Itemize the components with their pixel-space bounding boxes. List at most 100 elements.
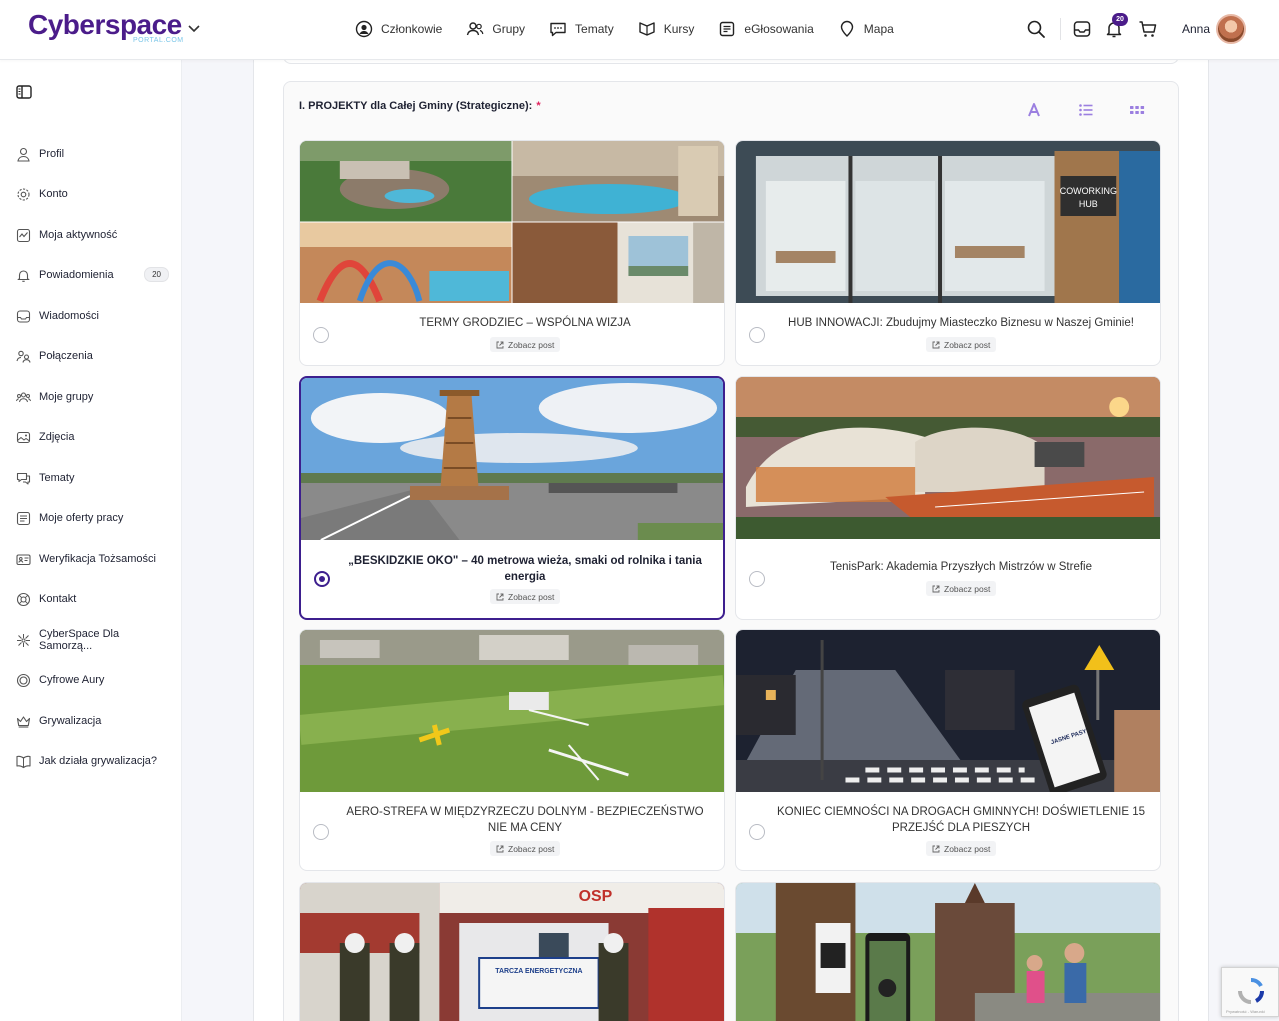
list-view-icon[interactable] [1078, 102, 1094, 118]
sidebar-item-label: Tematy [39, 472, 75, 484]
see-post-button[interactable]: Zobacz post [490, 589, 561, 604]
sidebar-item-identity-verification[interactable]: Weryfikacja Tożsamości [16, 549, 171, 569]
sidebar-item-profile[interactable]: Profil [16, 144, 171, 164]
support-icon [16, 592, 31, 606]
sidebar: Profil Konto Moja aktywność Powiadomieni… [0, 60, 182, 1021]
sidebar-item-job-offers[interactable]: Moje oferty pracy [16, 508, 171, 528]
sidebar-item-how-gamification-works[interactable]: Jak działa grywalizacja? [16, 751, 171, 771]
sidebar-item-notifications[interactable]: Powiadomienia 20 [16, 265, 171, 285]
sidebar-item-digital-auras[interactable]: Cyfrowe Aury [16, 670, 171, 690]
user-icon [17, 147, 30, 162]
sidebar-item-gamification[interactable]: Grywalizacja [16, 711, 171, 731]
option-radio[interactable] [313, 327, 329, 343]
see-post-button[interactable]: Zobacz post [490, 337, 561, 352]
jobs-icon [16, 511, 31, 525]
see-post-label: Zobacz post [944, 843, 991, 854]
see-post-label: Zobacz post [508, 843, 555, 854]
activity-icon [16, 228, 31, 242]
option-image [300, 141, 724, 303]
recaptcha-badge[interactable]: Prywatność - Warunki [1221, 967, 1279, 1017]
sidebar-item-label: Jak działa grywalizacja? [39, 755, 157, 767]
poll-option-qr-route[interactable] [735, 882, 1161, 1021]
poll-option-koniec-ciemnosci[interactable]: JASNE PASY KONIEC CIEMNOŚCI NA DROGACH G… [735, 629, 1161, 871]
option-image [736, 883, 1160, 1021]
text-view-icon[interactable] [1026, 102, 1042, 118]
nav-label: Tematy [575, 22, 614, 36]
option-image [301, 378, 723, 540]
topics-icon [16, 472, 31, 485]
see-post-button[interactable]: Zobacz post [926, 841, 997, 856]
nav-groups[interactable]: Grupy [466, 18, 525, 40]
option-image: COWORKING HUB [736, 141, 1160, 303]
logo[interactable]: Cyberspace PORTAL.COM [28, 10, 183, 45]
recaptcha-text: Prywatność - Warunki [1226, 1009, 1265, 1014]
recaptcha-icon [1238, 978, 1264, 1004]
sidebar-item-activity[interactable]: Moja aktywność [16, 225, 171, 245]
see-post-button[interactable]: Zobacz post [926, 337, 997, 352]
poll-option-beskidzkie-oko[interactable]: „BESKIDZKIE OKO" – 40 metrowa wieża, sma… [299, 376, 725, 620]
grid-view-icon[interactable] [1129, 102, 1145, 118]
sidebar-item-photos[interactable]: Zdjęcia [16, 427, 171, 447]
option-radio[interactable] [749, 824, 765, 840]
user-name[interactable]: Anna [1182, 22, 1210, 36]
nav-topics[interactable]: Tematy [549, 18, 614, 40]
poll-option-termy[interactable]: TERMY GRODZIEC – WSPÓLNA WIZJA Zobacz po… [299, 140, 725, 366]
option-title: TERMY GRODZIEC – WSPÓLNA WIZJA [419, 317, 631, 329]
option-title: HUB INNOWACJI: Zbudujmy Miasteczko Bizne… [788, 317, 1134, 329]
sidebar-item-cyberspace-gov[interactable]: CyberSpace Dla Samorzą... [16, 628, 171, 652]
inbox-icon[interactable] [1072, 19, 1092, 39]
question-text: I. PROJEKTY dla Całej Gminy (Strategiczn… [299, 100, 533, 112]
cart-icon[interactable] [1138, 19, 1158, 39]
sidebar-item-label: Połączenia [39, 350, 93, 362]
sidebar-item-label: Profil [39, 148, 65, 160]
sidebar-item-contact[interactable]: Kontakt [16, 589, 171, 609]
external-link-icon [932, 341, 940, 348]
sidebar-item-label: Grywalizacja [39, 715, 102, 727]
photo-icon [16, 431, 31, 443]
option-radio[interactable] [313, 824, 329, 840]
sidebar-item-my-groups[interactable]: Moje grupy [16, 387, 171, 407]
header-divider [1060, 18, 1061, 40]
poll-option-tenispark[interactable]: TenisPark: Akademia Przyszłych Mistrzów … [735, 376, 1161, 620]
option-radio[interactable] [749, 571, 765, 587]
notification-count-badge: 20 [144, 267, 169, 282]
sidebar-item-label: Powiadomienia [39, 269, 114, 281]
user-circle-icon [355, 20, 373, 38]
option-image [736, 377, 1160, 539]
nav-voting[interactable]: eGłosowania [718, 18, 814, 40]
sidebar-item-topics[interactable]: Tematy [16, 468, 171, 488]
external-link-icon [496, 593, 504, 600]
option-radio[interactable] [749, 327, 765, 343]
main-nav: Członkowie Grupy Tematy Kursy eGłosowani… [355, 18, 918, 40]
sidebar-item-connections[interactable]: Połączenia [16, 346, 171, 366]
poll-option-hub[interactable]: COWORKING HUB HUB INNOWACJI: Zbudujmy Mi… [735, 140, 1161, 366]
nav-members[interactable]: Członkowie [355, 18, 442, 40]
generator-text: TARCZA ENERGETYCZNA [495, 968, 582, 975]
nav-map[interactable]: Mapa [838, 18, 894, 40]
nav-courses[interactable]: Kursy [638, 18, 695, 40]
groups-icon [16, 391, 31, 402]
connections-icon [16, 350, 31, 363]
option-image: JASNE PASY [736, 630, 1160, 792]
see-post-button[interactable]: Zobacz post [926, 581, 997, 596]
sidebar-item-label: Weryfikacja Tożsamości [39, 553, 156, 565]
sidebar-item-messages[interactable]: Wiadomości [16, 306, 171, 326]
sidebar-toggle-icon[interactable] [16, 85, 32, 99]
option-title: KONIEC CIEMNOŚCI NA DROGACH GMINNYCH! DO… [776, 806, 1146, 834]
inbox-icon [16, 309, 31, 323]
sidebar-item-account[interactable]: Konto [16, 184, 171, 204]
see-post-button[interactable]: Zobacz post [490, 841, 561, 856]
coworking-sign-text: COWORKING [1060, 186, 1117, 196]
option-radio[interactable] [314, 571, 330, 587]
voting-icon [720, 21, 735, 37]
nav-label: eGłosowania [744, 22, 814, 36]
poll-option-osp[interactable]: OSP TARCZA ENERGETYCZNA [299, 882, 725, 1021]
gear-icon [17, 187, 30, 201]
poll-option-aero-strefa[interactable]: AERO-STREFA W MIĘDZYRZECZU DOLNYM - BEZP… [299, 629, 725, 871]
book-icon [16, 755, 31, 768]
nav-label: Kursy [663, 22, 695, 36]
see-post-label: Zobacz post [944, 339, 991, 350]
avatar[interactable] [1216, 14, 1246, 44]
search-icon[interactable] [1026, 19, 1046, 39]
chevron-down-icon[interactable] [186, 20, 202, 36]
